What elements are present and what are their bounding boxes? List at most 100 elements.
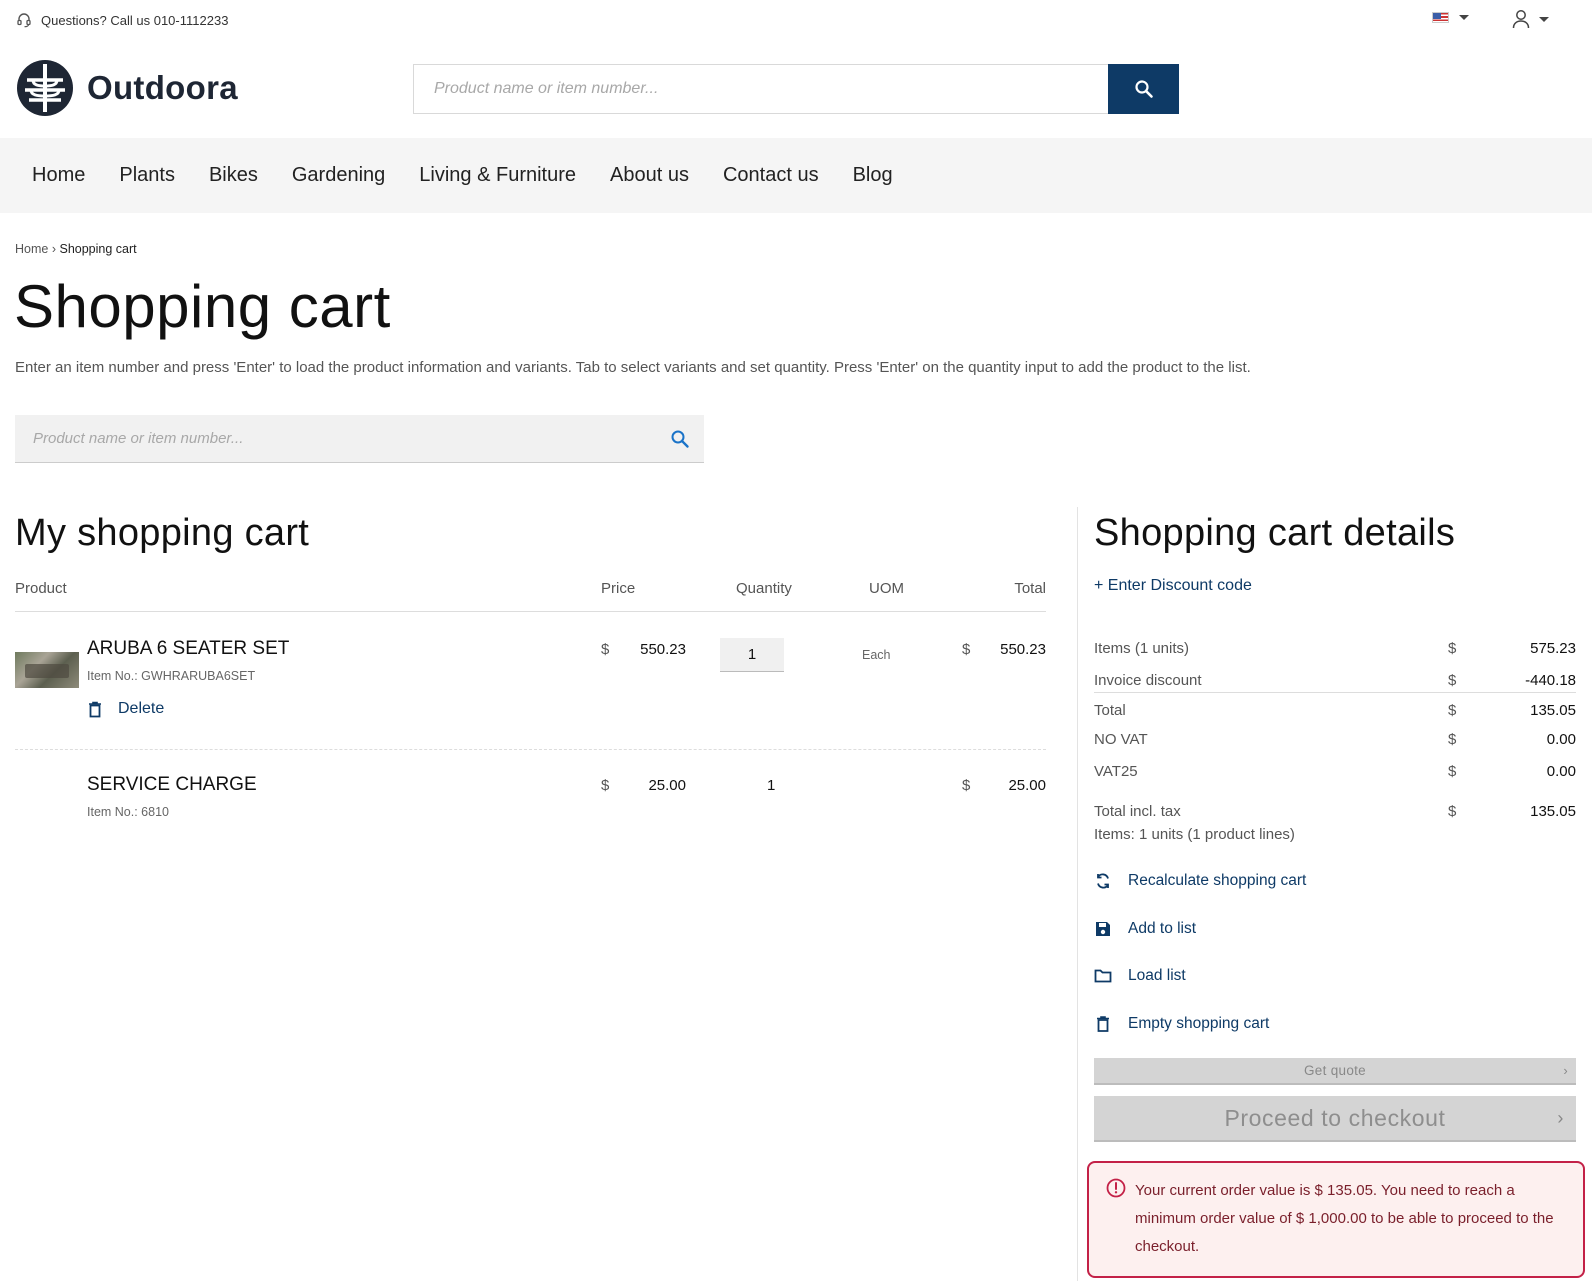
chevron-right-icon: › — [1557, 1108, 1564, 1128]
headset-icon — [17, 13, 31, 28]
col-uom: UOM — [869, 580, 904, 597]
col-price: Price — [601, 580, 636, 597]
trash-icon — [89, 701, 101, 717]
load-list-button[interactable]: Load list — [1094, 967, 1186, 985]
nav-item-about-us[interactable]: About us — [610, 164, 689, 187]
col-total: Total — [1014, 580, 1046, 597]
delete-label: Delete — [118, 700, 165, 717]
language-selector[interactable] — [1432, 12, 1469, 23]
nav-item-home[interactable]: Home — [32, 164, 85, 187]
folder-icon — [1094, 969, 1112, 983]
product-name[interactable]: ARUBA 6 SEATER SET — [87, 638, 289, 660]
col-quantity: Quantity — [736, 580, 792, 597]
recalculate-button[interactable]: Recalculate shopping cart — [1094, 872, 1306, 890]
main-nav: Home Plants Bikes Gardening Living & Fur… — [0, 138, 1592, 213]
price-currency: $ — [601, 777, 610, 794]
chevron-down-icon — [1459, 15, 1469, 20]
uom-label: Each — [862, 648, 891, 662]
summary-label: VAT25 — [1094, 763, 1138, 780]
minimum-order-alert: Your current order value is $ 135.05. Yo… — [1087, 1161, 1585, 1278]
summary-label: Total incl. tax — [1094, 803, 1181, 820]
page-intro: Enter an item number and press 'Enter' t… — [15, 359, 1251, 376]
product-price: 25.00 — [648, 777, 686, 794]
cart-row: SERVICE CHARGE Item No.: 6810 $ 25.00 1 … — [15, 750, 1046, 830]
top-bar: Questions? Call us 010-1112233 — [0, 0, 1592, 40]
header-search — [413, 64, 1179, 114]
discount-code-link[interactable]: + Enter Discount code — [1094, 577, 1252, 595]
summary-value: 135.05 — [1530, 803, 1576, 820]
recalculate-label: Recalculate shopping cart — [1128, 872, 1307, 889]
proceed-to-checkout-button[interactable]: Proceed to checkout › — [1094, 1096, 1576, 1142]
summary-value: 0.00 — [1546, 731, 1576, 748]
breadcrumb: Home › Shopping cart — [15, 242, 137, 256]
total-currency: $ — [962, 641, 971, 658]
search-input[interactable] — [413, 64, 1108, 114]
summary-value: -440.18 — [1525, 672, 1576, 689]
details-heading: Shopping cart details — [1094, 512, 1456, 554]
search-icon[interactable] — [670, 429, 690, 449]
search-button[interactable] — [1108, 64, 1179, 114]
nav-item-living-furniture[interactable]: Living & Furniture — [419, 164, 576, 187]
cart-heading: My shopping cart — [15, 512, 310, 554]
save-icon — [1096, 922, 1110, 936]
line-total: 25.00 — [1008, 777, 1046, 794]
summary-label: Total — [1094, 702, 1126, 719]
nav-item-bikes[interactable]: Bikes — [209, 164, 258, 187]
account-menu[interactable] — [1512, 9, 1549, 29]
product-image[interactable] — [15, 652, 79, 688]
product-name: SERVICE CHARGE — [87, 774, 257, 795]
summary-currency: $ — [1448, 640, 1457, 657]
quick-add-input[interactable] — [15, 415, 670, 462]
get-quote-label: Get quote — [1304, 1063, 1366, 1078]
us-flag-icon — [1432, 12, 1449, 23]
chevron-down-icon — [1539, 16, 1549, 22]
empty-cart-button[interactable]: Empty shopping cart — [1094, 1015, 1269, 1033]
summary-value: 575.23 — [1530, 640, 1576, 657]
summary-currency: $ — [1448, 803, 1457, 820]
empty-cart-label: Empty shopping cart — [1128, 1015, 1270, 1032]
quick-add-search — [15, 415, 704, 463]
alert-message: Your current order value is $ 135.05. Yo… — [1135, 1182, 1554, 1255]
summary-value: 135.05 — [1530, 702, 1576, 719]
column-divider — [1077, 507, 1078, 1281]
line-total: 550.23 — [1000, 641, 1046, 658]
brand-name: Outdoora — [87, 69, 238, 106]
summary-currency: $ — [1448, 763, 1457, 780]
add-to-list-button[interactable]: Add to list — [1094, 920, 1196, 938]
breadcrumb-home[interactable]: Home — [15, 242, 48, 256]
checkout-label: Proceed to checkout — [1224, 1104, 1446, 1131]
nav-item-plants[interactable]: Plants — [119, 164, 175, 187]
help-text: Questions? Call us 010-1112233 — [41, 12, 229, 28]
alert-circle-icon — [1106, 1178, 1126, 1198]
refresh-icon — [1097, 873, 1109, 889]
summary-currency: $ — [1448, 702, 1457, 719]
add-to-list-label: Add to list — [1128, 920, 1197, 937]
cart-row: ARUBA 6 SEATER SET Item No.: GWHRARUBA6S… — [15, 612, 1046, 749]
user-icon — [1512, 10, 1530, 29]
nav-item-contact-us[interactable]: Contact us — [723, 164, 819, 187]
delete-button[interactable]: Delete — [88, 700, 164, 718]
price-currency: $ — [601, 641, 610, 658]
get-quote-button[interactable]: Get quote › — [1094, 1058, 1576, 1085]
cart-table-header: Product Price Quantity UOM Total — [15, 580, 1046, 612]
product-item-no: Item No.: 6810 — [87, 805, 169, 819]
tree-logo-icon — [17, 60, 73, 116]
trash-icon — [1097, 1016, 1109, 1032]
breadcrumb-separator: › — [51, 242, 56, 256]
col-product: Product — [15, 580, 67, 597]
product-item-no: Item No.: GWHRARUBA6SET — [87, 669, 256, 683]
quantity-value: 1 — [767, 777, 776, 794]
nav-item-gardening[interactable]: Gardening — [292, 164, 385, 187]
breadcrumb-current: Shopping cart — [59, 242, 137, 256]
brand-logo[interactable]: Outdoora — [15, 58, 238, 118]
help-line: Questions? Call us 010-1112233 — [16, 12, 228, 28]
product-price: 550.23 — [640, 641, 686, 658]
summary-divider — [1094, 692, 1576, 693]
total-currency: $ — [962, 777, 971, 794]
page-title: Shopping cart — [14, 273, 391, 340]
search-icon — [1134, 80, 1153, 98]
summary-label: NO VAT — [1094, 731, 1148, 748]
load-list-label: Load list — [1128, 967, 1186, 984]
quantity-input[interactable] — [720, 638, 784, 672]
nav-item-blog[interactable]: Blog — [853, 164, 893, 187]
